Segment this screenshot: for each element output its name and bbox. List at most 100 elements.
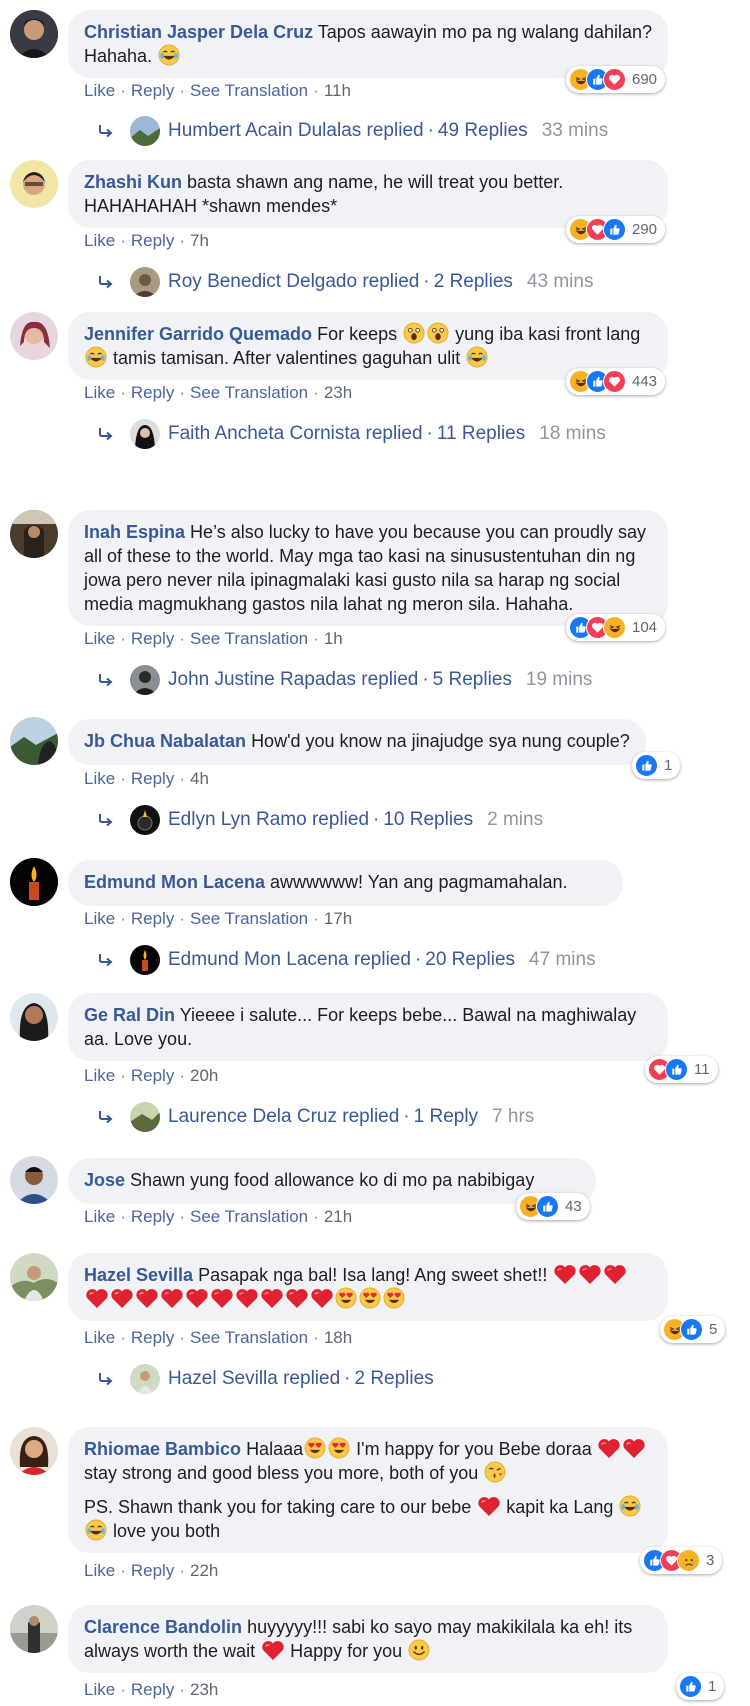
view-replies-link[interactable]: Roy Benedict Delgado replied · 2 Replies…: [96, 267, 593, 297]
like-link[interactable]: Like: [84, 1207, 115, 1226]
reaction-summary[interactable]: 290: [566, 216, 666, 243]
reply-count[interactable]: 11 Replies: [437, 422, 525, 446]
like-link[interactable]: Like: [84, 1328, 115, 1347]
like-link[interactable]: Like: [84, 81, 115, 100]
avatar[interactable]: [10, 1156, 58, 1204]
avatar[interactable]: [10, 993, 58, 1041]
reply-count[interactable]: 20 Replies: [425, 948, 515, 972]
smiling-emoji-icon: [408, 1639, 430, 1661]
replier-name[interactable]: Faith Ancheta Cornista replied: [168, 422, 423, 446]
see-translation-link[interactable]: See Translation: [190, 383, 308, 402]
see-translation-link[interactable]: See Translation: [190, 1207, 308, 1226]
avatar[interactable]: [10, 717, 58, 765]
timestamp[interactable]: 22h: [190, 1561, 218, 1580]
like-link[interactable]: Like: [84, 231, 115, 250]
reaction-summary[interactable]: 11: [645, 1056, 718, 1083]
reply-link[interactable]: Reply: [131, 1328, 174, 1347]
reaction-summary[interactable]: 443: [566, 368, 666, 395]
reply-count[interactable]: 49 Replies: [438, 119, 528, 143]
reaction-summary[interactable]: 3: [640, 1547, 723, 1574]
view-replies-link[interactable]: Laurence Dela Cruz replied · 1 Reply 7 h…: [96, 1102, 534, 1132]
reply-link[interactable]: Reply: [131, 1207, 174, 1226]
replier-name[interactable]: Hazel Sevilla replied: [168, 1367, 340, 1391]
like-link[interactable]: Like: [84, 629, 115, 648]
timestamp[interactable]: 17h: [324, 909, 352, 928]
reaction-summary[interactable]: 5: [660, 1316, 726, 1343]
comment-author[interactable]: Edmund Mon Lacena: [84, 872, 265, 892]
comment-author[interactable]: Zhashi Kun: [84, 172, 182, 192]
avatar[interactable]: [10, 510, 58, 558]
like-link[interactable]: Like: [84, 383, 115, 402]
reply-count[interactable]: 2 Replies: [434, 270, 513, 294]
reply-link[interactable]: Reply: [131, 1680, 174, 1699]
timestamp[interactable]: 1h: [324, 629, 343, 648]
see-translation-link[interactable]: See Translation: [190, 81, 308, 100]
timestamp[interactable]: 20h: [190, 1066, 218, 1085]
see-translation-link[interactable]: See Translation: [190, 1328, 308, 1347]
replier-name[interactable]: Humbert Acain Dulalas replied: [168, 119, 424, 143]
timestamp[interactable]: 4h: [190, 769, 209, 788]
timestamp[interactable]: 21h: [324, 1207, 352, 1226]
like-link[interactable]: Like: [84, 909, 115, 928]
separator: ·: [179, 1207, 185, 1226]
reply-link[interactable]: Reply: [131, 231, 174, 250]
reaction-summary[interactable]: 104: [566, 614, 666, 641]
reply-link[interactable]: Reply: [131, 383, 174, 402]
reply-count[interactable]: 10 Replies: [383, 808, 473, 832]
like-link[interactable]: Like: [84, 1066, 115, 1085]
comment-author[interactable]: Christian Jasper Dela Cruz: [84, 22, 313, 42]
replier-name[interactable]: John Justine Rapadas replied: [168, 668, 418, 692]
view-replies-link[interactable]: Edlyn Lyn Ramo replied · 10 Replies 2 mi…: [96, 805, 543, 835]
reply-link[interactable]: Reply: [131, 1066, 174, 1085]
reply-count[interactable]: 1 Reply: [414, 1105, 478, 1129]
see-translation-link[interactable]: See Translation: [190, 909, 308, 928]
replier-name[interactable]: Edlyn Lyn Ramo replied: [168, 808, 369, 832]
reply-link[interactable]: Reply: [131, 769, 174, 788]
comment-author[interactable]: Hazel Sevilla: [84, 1265, 193, 1285]
reaction-summary[interactable]: 1: [632, 752, 681, 779]
comment-author[interactable]: Rhiomae Bambico: [84, 1439, 241, 1459]
like-link[interactable]: Like: [84, 1561, 115, 1580]
red-heart-emoji-icon: [110, 1287, 134, 1309]
comment-author[interactable]: Jennifer Garrido Quemado: [84, 324, 312, 344]
reply-link[interactable]: Reply: [131, 909, 174, 928]
timestamp[interactable]: 18h: [324, 1328, 352, 1347]
timestamp[interactable]: 11h: [324, 81, 351, 100]
view-replies-link[interactable]: Edmund Mon Lacena replied · 20 Replies 4…: [96, 945, 596, 975]
reply-count[interactable]: 5 Replies: [433, 668, 512, 692]
avatar[interactable]: [10, 10, 58, 58]
avatar[interactable]: [10, 1253, 58, 1301]
timestamp[interactable]: 23h: [190, 1680, 218, 1699]
comment-author[interactable]: Jose: [84, 1170, 125, 1190]
avatar[interactable]: [10, 160, 58, 208]
avatar[interactable]: [10, 858, 58, 906]
reply-count[interactable]: 2 Replies: [354, 1367, 433, 1391]
view-replies-link[interactable]: Hazel Sevilla replied · 2 Replies: [96, 1364, 434, 1394]
view-replies-link[interactable]: Faith Ancheta Cornista replied · 11 Repl…: [96, 419, 606, 449]
view-replies-link[interactable]: Humbert Acain Dulalas replied · 49 Repli…: [96, 116, 608, 146]
reaction-summary[interactable]: 43: [516, 1193, 590, 1220]
avatar[interactable]: [10, 1427, 58, 1475]
love-icon: [603, 370, 626, 393]
red-heart-emoji-icon: [622, 1437, 646, 1459]
like-link[interactable]: Like: [84, 1680, 115, 1699]
replier-name[interactable]: Laurence Dela Cruz replied: [168, 1105, 399, 1129]
comment-author[interactable]: Inah Espina: [84, 522, 185, 542]
reply-link[interactable]: Reply: [131, 81, 174, 100]
avatar[interactable]: [10, 1605, 58, 1653]
replier-name[interactable]: Edmund Mon Lacena replied: [168, 948, 411, 972]
comment-author[interactable]: Ge Ral Din: [84, 1005, 175, 1025]
comment-author[interactable]: Clarence Bandolin: [84, 1617, 242, 1637]
reply-link[interactable]: Reply: [131, 629, 174, 648]
comment-author[interactable]: Jb Chua Nabalatan: [84, 731, 246, 751]
view-replies-link[interactable]: John Justine Rapadas replied · 5 Replies…: [96, 665, 592, 695]
avatar[interactable]: [10, 312, 58, 360]
timestamp[interactable]: 23h: [324, 383, 352, 402]
reply-link[interactable]: Reply: [131, 1561, 174, 1580]
see-translation-link[interactable]: See Translation: [190, 629, 308, 648]
like-link[interactable]: Like: [84, 769, 115, 788]
timestamp[interactable]: 7h: [190, 231, 209, 250]
reaction-summary[interactable]: 1: [676, 1673, 725, 1700]
replier-name[interactable]: Roy Benedict Delgado replied: [168, 270, 419, 294]
reaction-summary[interactable]: 690: [566, 66, 666, 93]
